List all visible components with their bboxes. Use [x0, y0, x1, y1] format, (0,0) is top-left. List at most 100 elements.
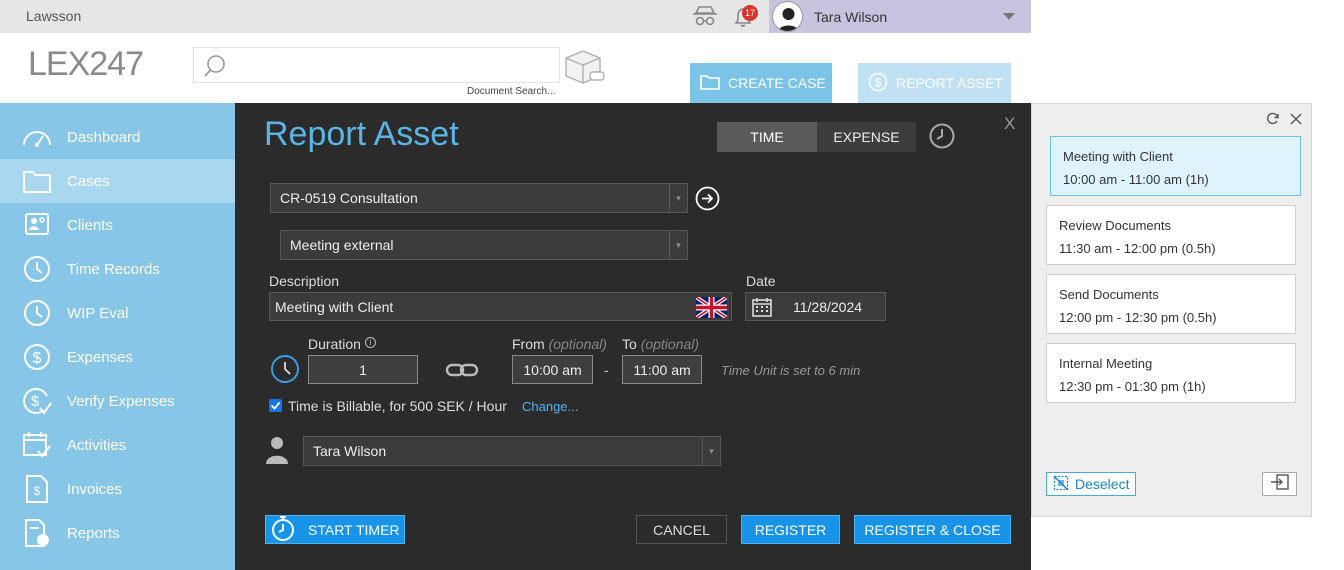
- user-select[interactable]: Tara Wilson ▼: [303, 436, 721, 466]
- case-select[interactable]: CR-0519 Consultation ▼: [270, 183, 688, 213]
- chevron-down-icon: ▼: [669, 231, 687, 259]
- svg-text:$: $: [875, 75, 882, 89]
- activity-select[interactable]: Meeting external ▼: [280, 230, 688, 260]
- close-icon[interactable]: [1289, 112, 1303, 126]
- create-case-button[interactable]: CREATE CASE: [690, 63, 832, 103]
- billable-checkbox[interactable]: [269, 399, 282, 412]
- refresh-icon[interactable]: [1266, 112, 1280, 126]
- sidebar-item-label: Clients: [67, 216, 113, 234]
- sidebar-item-time-records[interactable]: Time Records: [0, 247, 235, 291]
- time-separator: -: [604, 362, 609, 378]
- entry-time: 11:30 am - 12:00 pm (0.5h): [1059, 241, 1216, 256]
- register-close-button[interactable]: REGISTER & CLOSE: [854, 515, 1011, 544]
- deselect-icon: [1053, 475, 1069, 494]
- to-label-text: To: [622, 336, 637, 352]
- user-menu[interactable]: [769, 0, 1031, 33]
- close-button[interactable]: X: [1004, 114, 1015, 134]
- duration-label: Duration: [308, 336, 361, 352]
- entry-title: Send Documents: [1059, 287, 1159, 302]
- deselect-button[interactable]: Deselect: [1046, 472, 1136, 496]
- clock-icon: [22, 298, 52, 328]
- tab-expense[interactable]: EXPENSE: [817, 122, 916, 152]
- chevron-down-icon[interactable]: [1003, 13, 1015, 20]
- sidebar-item-verify-expenses[interactable]: $ Verify Expenses: [0, 379, 235, 423]
- arrow-right-circle-icon[interactable]: [695, 186, 720, 211]
- calendar-icon[interactable]: [751, 296, 773, 318]
- sidebar-item-label: Reports: [67, 524, 120, 542]
- from-label: From (optional): [512, 336, 607, 352]
- person-icon: [265, 435, 289, 465]
- deselect-label: Deselect: [1075, 476, 1130, 492]
- duration-input[interactable]: 1: [308, 355, 418, 384]
- svg-text:$: $: [31, 393, 40, 410]
- svg-text:$: $: [33, 350, 42, 367]
- sidebar-item-clients[interactable]: Clients: [0, 203, 235, 247]
- from-value: 10:00 am: [523, 361, 582, 378]
- sidebar-item-wip-eval[interactable]: WIP Eval: [0, 291, 235, 335]
- search-input[interactable]: [234, 52, 554, 78]
- case-value: CR-0519 Consultation: [280, 190, 418, 206]
- optional-hint: (optional): [640, 336, 700, 352]
- tab-time[interactable]: TIME: [717, 122, 817, 152]
- dollar-circle-icon: $: [868, 72, 888, 95]
- calendar-entry[interactable]: Internal Meeting 12:30 pm - 01:30 pm (1h…: [1046, 343, 1296, 403]
- link-icon[interactable]: [445, 362, 479, 378]
- exit-arrow-icon: [1270, 473, 1290, 495]
- from-label-text: From: [512, 336, 545, 352]
- description-field[interactable]: Meeting with Client: [269, 292, 732, 321]
- user-name: Tara Wilson: [814, 9, 888, 25]
- sidebar-item-invoices[interactable]: $ Invoices: [0, 467, 235, 511]
- calendar-check-icon: [22, 430, 52, 460]
- to-time-input[interactable]: 11:00 am: [622, 355, 702, 384]
- logo[interactable]: LEX247: [28, 45, 144, 84]
- avatar: [772, 1, 803, 32]
- incognito-icon[interactable]: [692, 4, 718, 28]
- sidebar-item-label: WIP Eval: [67, 304, 129, 322]
- info-icon[interactable]: i: [365, 337, 376, 348]
- sidebar-item-reports[interactable]: Reports: [0, 511, 235, 555]
- uk-flag-icon[interactable]: [694, 295, 729, 320]
- dollar-circle-icon: $: [22, 342, 52, 372]
- register-button[interactable]: REGISTER: [741, 515, 840, 544]
- sidebar-item-label: Activities: [67, 436, 127, 454]
- sidebar-item-activities[interactable]: Activities: [0, 423, 235, 467]
- stopwatch-icon: [270, 515, 296, 544]
- entry-title: Meeting with Client: [1063, 149, 1173, 164]
- date-label: Date: [746, 273, 776, 289]
- top-bar: Lawsson 17 Tara Wilson: [0, 0, 1031, 33]
- entry-title: Review Documents: [1059, 218, 1171, 233]
- document-search-icon[interactable]: [563, 48, 607, 84]
- invoice-icon: $: [22, 474, 52, 504]
- folder-icon: [22, 166, 52, 196]
- notification-badge: 17: [742, 5, 758, 21]
- search-box[interactable]: [193, 47, 560, 83]
- billable-label: Time is Billable, for 500 SEK / Hour: [288, 398, 507, 414]
- change-rate-link[interactable]: Change...: [522, 399, 578, 414]
- description-value: Meeting with Client: [275, 298, 394, 315]
- export-button[interactable]: [1262, 472, 1297, 496]
- history-clock-icon[interactable]: [928, 122, 956, 150]
- to-value: 11:00 am: [633, 361, 691, 378]
- sidebar-item-label: Invoices: [67, 480, 123, 498]
- folder-icon: [700, 73, 720, 94]
- from-time-input[interactable]: 10:00 am: [512, 355, 593, 384]
- calendar-entry[interactable]: Review Documents 11:30 am - 12:00 pm (0.…: [1046, 205, 1296, 265]
- date-field[interactable]: 11/28/2024: [745, 292, 886, 321]
- report-icon: [22, 518, 52, 548]
- sidebar-item-label: Verify Expenses: [67, 392, 175, 410]
- entry-time: 12:30 pm - 01:30 pm (1h): [1059, 379, 1206, 394]
- description-label: Description: [269, 273, 340, 289]
- report-asset-button[interactable]: $ REPORT ASSET: [858, 63, 1011, 103]
- calendar-entry[interactable]: Meeting with Client 10:00 am - 11:00 am …: [1050, 136, 1301, 196]
- sidebar-item-expenses[interactable]: $ Expenses: [0, 335, 235, 379]
- start-timer-button[interactable]: START TIMER: [265, 515, 405, 544]
- calendar-entry[interactable]: Send Documents 12:00 pm - 12:30 pm (0.5h…: [1046, 274, 1296, 334]
- clock-icon[interactable]: [270, 354, 300, 384]
- dollar-check-icon: $: [22, 386, 52, 416]
- cancel-button[interactable]: CANCEL: [636, 515, 727, 544]
- to-label: To (optional): [622, 336, 699, 352]
- duration-value: 1: [359, 361, 367, 378]
- sidebar-item-dashboard[interactable]: Dashboard: [0, 115, 235, 159]
- sidebar-item-cases[interactable]: Cases: [0, 159, 235, 203]
- date-value: 11/28/2024: [793, 299, 863, 315]
